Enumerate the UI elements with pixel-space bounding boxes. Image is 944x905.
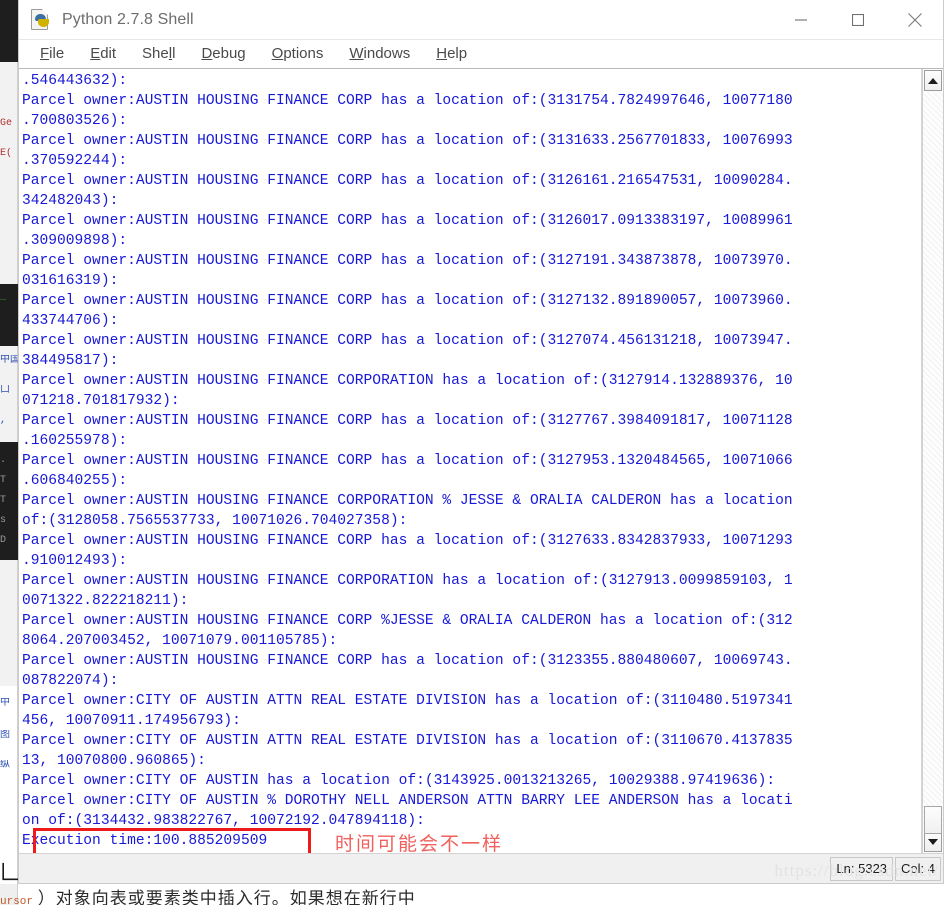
shell-output-line: Parcel owner:AUSTIN HOUSING FINANCE CORP…: [22, 573, 793, 589]
title-bar[interactable]: Python 2.7.8 Shell: [19, 0, 943, 40]
shell-output-line: .700803526):: [22, 113, 128, 129]
annotation-text: 时间可能会不一样: [335, 834, 504, 853]
shell-output-line: on of:(3134432.983822767, 10072192.04789…: [22, 813, 425, 829]
shell-output-line: 031616319):: [22, 273, 119, 289]
bg-text-fragment: ,: [0, 415, 7, 426]
shell-output-line: 433744706):: [22, 313, 119, 329]
status-line-indicator: Ln: 5323: [830, 856, 894, 881]
menu-item-windows[interactable]: Windows: [336, 42, 423, 66]
shell-output-line: 456, 10070911.174956793):: [22, 713, 241, 729]
shell-output-line: .606840255):: [22, 473, 128, 489]
shell-output-line: Parcel owner:AUSTIN HOUSING FINANCE CORP…: [22, 213, 793, 229]
shell-output-line: 0071322.822218211):: [22, 593, 189, 609]
maximize-button[interactable]: [829, 0, 886, 40]
shell-output-area[interactable]: .546443632): Parcel owner:AUSTIN HOUSING …: [19, 69, 922, 853]
menu-label-options: ptions: [283, 45, 324, 62]
shell-output-line: 13, 10070800.960865):: [22, 753, 206, 769]
bg-text-fragment: 纵: [0, 760, 10, 771]
bg-text-fragment: s: [0, 515, 7, 526]
python-file-icon: [30, 8, 52, 31]
shell-output-line: Parcel owner:AUSTIN HOUSING FINANCE CORP…: [22, 333, 793, 349]
bg-text-fragment: E(: [0, 148, 13, 159]
shell-output-line: of:(3128058.7565537733, 10071026.7040273…: [22, 513, 408, 529]
bg-text-fragment: T: [0, 495, 7, 506]
shell-output-line: 071218.701817932):: [22, 393, 180, 409]
menu-label-windows: indows: [363, 45, 411, 62]
menu-item-shell[interactable]: Shell: [129, 42, 188, 66]
bg-text-fragment: .: [0, 455, 7, 466]
scroll-up-icon[interactable]: [924, 70, 942, 91]
shell-output-line: 342482043):: [22, 193, 119, 209]
shell-output-line: .309009898):: [22, 233, 128, 249]
bg-text-fragment: T: [0, 475, 7, 486]
scrollbar-thumb[interactable]: [924, 806, 942, 834]
menu-label-shell: l: [172, 45, 176, 62]
shell-output-line: 384495817):: [22, 353, 119, 369]
shell-output-line: .370592244):: [22, 153, 128, 169]
shell-output-line: 087822074):: [22, 673, 119, 689]
shell-output-line: Parcel owner:CITY OF AUSTIN has a locati…: [22, 773, 776, 789]
shell-output-line: Parcel owner:CITY OF AUSTIN % DOROTHY NE…: [22, 793, 793, 809]
bg-bottom-text: ursor ）对象向表或要素类中插入行。如果想在新行中: [0, 884, 944, 905]
shell-output-line: Parcel owner:AUSTIN HOUSING FINANCE CORP…: [22, 533, 793, 549]
window-title: Python 2.7.8 Shell: [62, 10, 194, 28]
menu-label-help: elp: [447, 45, 468, 62]
shell-output-line: Parcel owner:AUSTIN HOUSING FINANCE CORP…: [22, 653, 793, 669]
shell-body: .546443632): Parcel owner:AUSTIN HOUSING …: [19, 69, 943, 853]
shell-output-line: Parcel owner:CITY OF AUSTIN ATTN REAL ES…: [22, 693, 793, 709]
bg-text-fragment: 口: [0, 385, 10, 396]
screenshot-root: 凵 ursor ）对象向表或要素类中插入行。如果想在新行中 Ge E(_ 中国口,.…: [0, 0, 944, 905]
bg-text-fragment: 中: [0, 698, 10, 709]
shell-output-line: Parcel owner:AUSTIN HOUSING FINANCE CORP…: [22, 453, 793, 469]
shell-output-line: .910012493):: [22, 553, 128, 569]
menu-item-file[interactable]: File: [27, 42, 77, 66]
bg-strip-dark-top: [0, 0, 18, 62]
minimize-button[interactable]: [772, 0, 829, 40]
shell-output-line: Parcel owner:AUSTIN HOUSING FINANCE CORP…: [22, 173, 793, 189]
menu-item-edit[interactable]: Edit: [77, 42, 129, 66]
status-column-indicator: Col: 4: [895, 856, 941, 881]
shell-output-line: Parcel owner:AUSTIN HOUSING FINANCE CORP…: [22, 493, 793, 509]
menu-label-file: ile: [49, 45, 65, 62]
bg-strip-light-1: [0, 62, 18, 284]
shell-output-line: Parcel owner:AUSTIN HOUSING FINANCE CORP…: [22, 93, 793, 109]
bg-bottom-cjk: ）对象向表或要素类中插入行。如果想在新行中: [37, 889, 416, 905]
shell-output-line: .160255978):: [22, 433, 128, 449]
bg-text-fragment: _: [0, 292, 7, 303]
shell-output-line: .546443632):: [22, 73, 128, 89]
scrollbar-track[interactable]: [923, 92, 943, 834]
menu-item-options[interactable]: Options: [259, 42, 337, 66]
bg-strip-light-3: [0, 560, 18, 686]
shell-output-line: Parcel owner:AUSTIN HOUSING FINANCE CORP…: [22, 613, 793, 629]
bg-text-fragment: 图: [0, 730, 10, 741]
bg-text-fragment: 中国: [0, 355, 20, 366]
menu-label-edit: dit: [100, 45, 117, 62]
menu-item-debug[interactable]: Debug: [188, 42, 258, 66]
shell-output-line: Parcel owner:AUSTIN HOUSING FINANCE CORP…: [22, 373, 793, 389]
shell-output-lines: .546443632): Parcel owner:AUSTIN HOUSING …: [22, 71, 921, 853]
shell-output-line: Parcel owner:AUSTIN HOUSING FINANCE CORP…: [22, 413, 793, 429]
scroll-down-icon[interactable]: [924, 831, 942, 852]
shell-output-line: Parcel owner:AUSTIN HOUSING FINANCE CORP…: [22, 133, 793, 149]
shell-output-line: Parcel owner:AUSTIN HOUSING FINANCE CORP…: [22, 253, 793, 269]
menu-item-help[interactable]: Help: [423, 42, 480, 66]
shell-output-line: Parcel owner:AUSTIN HOUSING FINANCE CORP…: [22, 293, 793, 309]
menu-bar: File Edit Shell Debug Options Windows He…: [19, 40, 943, 69]
close-button[interactable]: [886, 0, 943, 40]
python-shell-window: Python 2.7.8 Shell File Edit Shell Debug…: [18, 0, 944, 884]
vertical-scrollbar[interactable]: [922, 69, 943, 853]
shell-output-line: Parcel owner:CITY OF AUSTIN ATTN REAL ES…: [22, 733, 793, 749]
window-controls: [772, 0, 943, 40]
bg-text-fragment: D: [0, 535, 7, 546]
bg-text-fragment: Ge: [0, 118, 13, 129]
menu-label-debug: ebug: [212, 45, 246, 62]
status-bar: https://blog.csdn.net/ Ln: 5323 Col: 4: [19, 853, 943, 883]
shell-output-line: 8064.207003452, 10071079.001105785):: [22, 633, 338, 649]
bg-bottom-tag: ursor: [0, 896, 34, 905]
